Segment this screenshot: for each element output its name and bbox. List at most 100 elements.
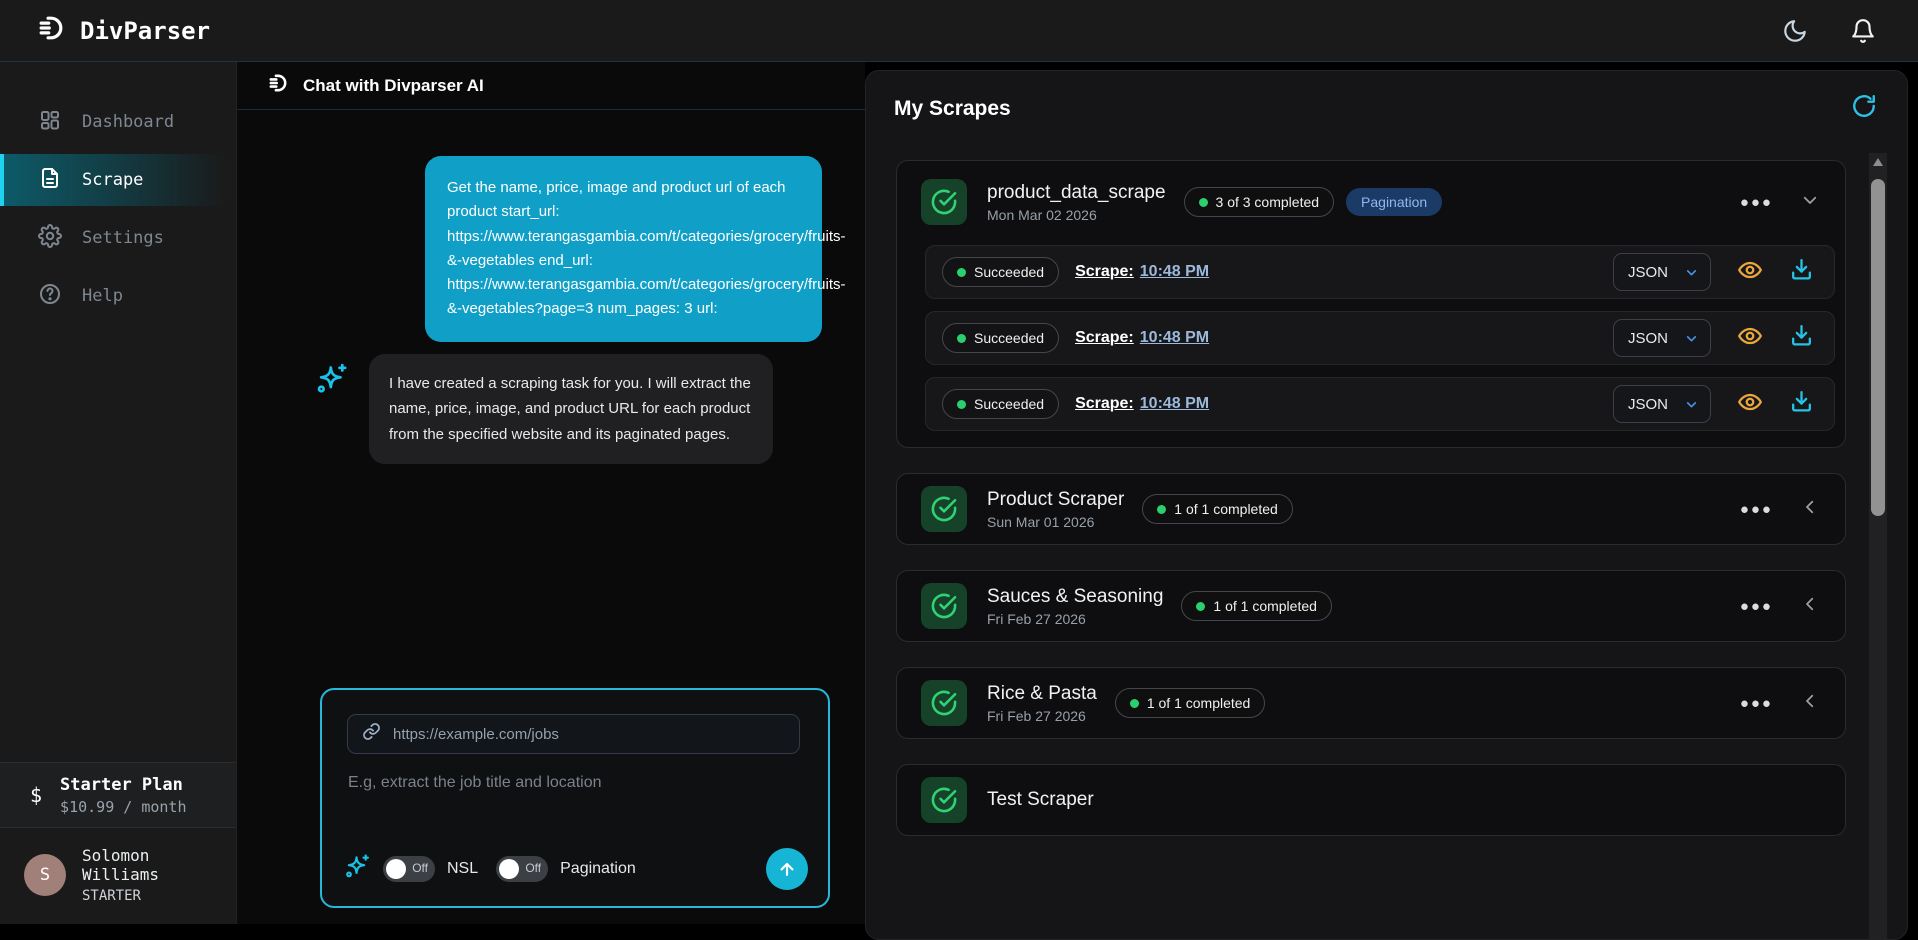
plan-name: Starter Plan [60,775,186,795]
green-dot-icon [1130,699,1139,708]
user-tier: STARTER [82,888,236,904]
toggle-state: Off [525,861,541,875]
chevron-left-icon[interactable] [1801,692,1819,715]
scrollbar[interactable] [1869,153,1887,939]
chat-header: Chat with Divparser AI [237,62,865,110]
chat-panel: Chat with Divparser AI Get the name, pri… [237,62,865,924]
scrape-card-header[interactable]: Product Scraper Sun Mar 01 2026 1 of 1 c… [897,474,1845,544]
completed-badge: 1 of 1 completed [1115,688,1266,718]
more-options-icon[interactable]: ●●● [1740,598,1773,615]
scrape-card-header[interactable]: product_data_scrape Mon Mar 02 2026 3 of… [897,161,1845,243]
scrape-card: Test Scraper [896,764,1846,836]
scrape-card-header[interactable]: Sauces & Seasoning Fri Feb 27 2026 1 of … [897,571,1845,641]
success-check-icon [921,583,967,629]
green-dot-icon [957,334,966,343]
scrape-run-link[interactable]: Scrape:10:48 PM [1075,329,1209,347]
green-dot-icon [957,400,966,409]
format-select[interactable]: JSON [1613,385,1711,423]
url-input-placeholder: https://example.com/jobs [393,726,559,743]
scrape-runs: Succeeded Scrape:10:48 PM JSON [897,243,1845,447]
nsl-toggle[interactable]: Off [383,856,435,882]
scrape-card-header[interactable]: Rice & Pasta Fri Feb 27 2026 1 of 1 comp… [897,668,1845,738]
scrape-date: Fri Feb 27 2026 [987,708,1097,724]
scrape-name: Test Scraper [987,789,1094,811]
green-dot-icon [957,268,966,277]
send-button[interactable] [766,848,808,890]
eye-icon[interactable] [1737,257,1763,288]
format-select[interactable]: JSON [1613,319,1711,357]
toggle-knob [386,859,406,879]
nsl-toggle-label: NSL [447,860,478,878]
moon-icon[interactable] [1780,16,1810,46]
sidebar: Dashboard Scrape Settings [0,62,237,924]
scrape-run-row: Succeeded Scrape:10:48 PM JSON [925,245,1835,299]
scrape-name: Sauces & Seasoning [987,586,1163,608]
topbar: DivParser [0,0,1918,62]
chevron-left-icon[interactable] [1801,498,1819,521]
scrape-date: Sun Mar 01 2026 [987,514,1124,530]
status-badge: Succeeded [942,389,1059,419]
chat-title: Chat with Divparser AI [303,76,484,96]
scrape-run-row: Succeeded Scrape:10:48 PM JSON [925,377,1835,431]
success-check-icon [921,179,967,225]
scrape-run-link[interactable]: Scrape:10:48 PM [1075,263,1209,281]
plan-box[interactable]: $ Starter Plan $10.99 / month [0,762,236,828]
ai-message-bubble: I have created a scraping task for you. … [369,354,773,465]
my-scrapes-panel: My Scrapes product_data_scrape Mon Mar 0… [865,70,1908,940]
question-circle-icon [38,282,62,311]
completed-badge: 1 of 1 completed [1142,494,1293,524]
user-box[interactable]: S Solomon Williams STARTER [0,840,236,910]
more-options-icon[interactable]: ●●● [1740,501,1773,518]
sidebar-item-settings[interactable]: Settings [0,212,236,264]
scrape-date: Mon Mar 02 2026 [987,207,1166,223]
scrollbar-thumb[interactable] [1871,179,1885,516]
sidebar-item-scrape[interactable]: Scrape [0,154,236,206]
scrollbar-up-arrow[interactable] [1869,153,1887,171]
sidebar-item-dashboard[interactable]: Dashboard [0,96,236,148]
url-input[interactable]: https://example.com/jobs [347,714,800,754]
format-select[interactable]: JSON [1613,253,1711,291]
eye-icon[interactable] [1737,323,1763,354]
green-dot-icon [1199,198,1208,207]
status-badge: Succeeded [942,323,1059,353]
sparkle-icon [344,853,371,885]
more-options-icon[interactable]: ●●● [1740,695,1773,712]
scrape-date: Fri Feb 27 2026 [987,611,1163,627]
divparser-logo-icon [267,72,289,99]
chat-input-container: https://example.com/jobs E.g, extract th… [320,688,830,908]
scrape-run-link[interactable]: Scrape:10:48 PM [1075,395,1209,413]
chevron-left-icon[interactable] [1801,595,1819,618]
toggle-knob [499,859,519,879]
pagination-badge: Pagination [1346,188,1442,216]
pagination-toggle[interactable]: Off [496,856,548,882]
toggle-state: Off [412,861,428,875]
bell-icon[interactable] [1848,16,1878,46]
scrape-name: Rice & Pasta [987,683,1097,705]
chevron-down-icon[interactable] [1801,191,1819,214]
success-check-icon [921,486,967,532]
eye-icon[interactable] [1737,389,1763,420]
dashboard-grid-icon [38,108,62,137]
success-check-icon [921,777,967,823]
sidebar-item-help[interactable]: Help [0,270,236,322]
status-badge: Succeeded [942,257,1059,287]
gear-icon [38,224,62,253]
sidebar-item-label: Help [82,286,123,306]
brand-name: DivParser [80,17,210,45]
scrape-name: product_data_scrape [987,182,1166,204]
green-dot-icon [1196,602,1205,611]
download-icon[interactable] [1789,257,1814,287]
scrape-card: Product Scraper Sun Mar 01 2026 1 of 1 c… [896,473,1846,545]
download-icon[interactable] [1789,389,1814,419]
scrape-card-header[interactable]: Test Scraper [897,765,1845,835]
completed-badge: 1 of 1 completed [1181,591,1332,621]
prompt-input[interactable]: E.g, extract the job title and location [348,774,828,792]
scrape-name: Product Scraper [987,489,1124,511]
user-message-bubble: Get the name, price, image and product u… [425,156,822,342]
brand[interactable]: DivParser [0,13,210,48]
refresh-icon[interactable] [1851,93,1877,124]
more-options-icon[interactable]: ●●● [1740,194,1773,211]
download-icon[interactable] [1789,323,1814,353]
divparser-logo-icon [36,13,66,48]
document-icon [38,166,62,195]
